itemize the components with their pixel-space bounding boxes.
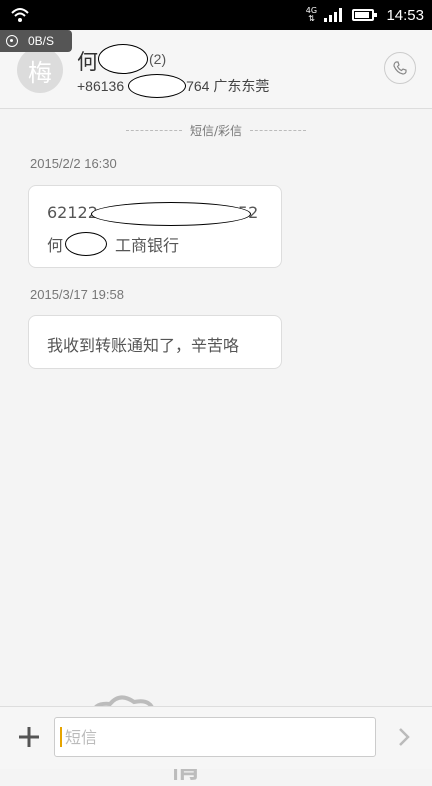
network-speed-badge: 0B/S [0, 30, 72, 52]
call-button[interactable] [384, 52, 416, 84]
redaction-mark [91, 202, 251, 226]
data-arrows-icon: ⇅ [308, 14, 315, 23]
text-caret [60, 727, 62, 747]
redaction-mark [98, 44, 148, 74]
message-input[interactable] [54, 717, 376, 757]
payee-surname: 何 [47, 236, 64, 255]
composer-bar [0, 706, 432, 769]
speed-meter-icon [6, 35, 18, 47]
channel-divider: 短信/彩信 [0, 120, 432, 140]
send-icon[interactable] [392, 725, 416, 749]
clock: 14:53 [386, 6, 424, 24]
message-bubble[interactable]: 6212252 何工商银行 [28, 185, 282, 268]
message-bubble[interactable]: 我收到转账通知了，辛苦咯 [28, 315, 282, 369]
message-text: 我收到转账通知了，辛苦咯 [47, 336, 240, 355]
wifi-icon [11, 8, 29, 22]
phone-icon [393, 61, 407, 75]
status-bar: 4G ⇅ 14:53 [0, 0, 432, 30]
plus-icon[interactable] [16, 724, 42, 750]
network-speed: 0B/S [28, 34, 55, 48]
battery-icon [352, 9, 378, 21]
divider-line [250, 129, 307, 131]
phone-location: 广东东莞 [213, 78, 270, 94]
signal-icon [324, 8, 343, 22]
network-type: 4G ⇅ [304, 7, 318, 23]
channel-label: 短信/彩信 [189, 123, 243, 138]
divider-line [125, 129, 182, 131]
battery-fill [355, 12, 370, 18]
message-timestamp: 2015/3/17 19:58 [30, 287, 124, 302]
phone-prefix: +86136 [77, 78, 125, 94]
message-timestamp: 2015/2/2 16:30 [30, 156, 117, 171]
bank-name: 工商银行 [115, 236, 180, 255]
redaction-mark [128, 74, 186, 98]
status-right: 4G ⇅ 14:53 [304, 0, 424, 30]
phone-suffix: 764 [186, 78, 210, 94]
avatar[interactable]: 梅 [17, 47, 63, 93]
message-count: (2) [149, 51, 167, 67]
redaction-mark [65, 232, 107, 256]
contact-name: 何 [77, 50, 98, 74]
